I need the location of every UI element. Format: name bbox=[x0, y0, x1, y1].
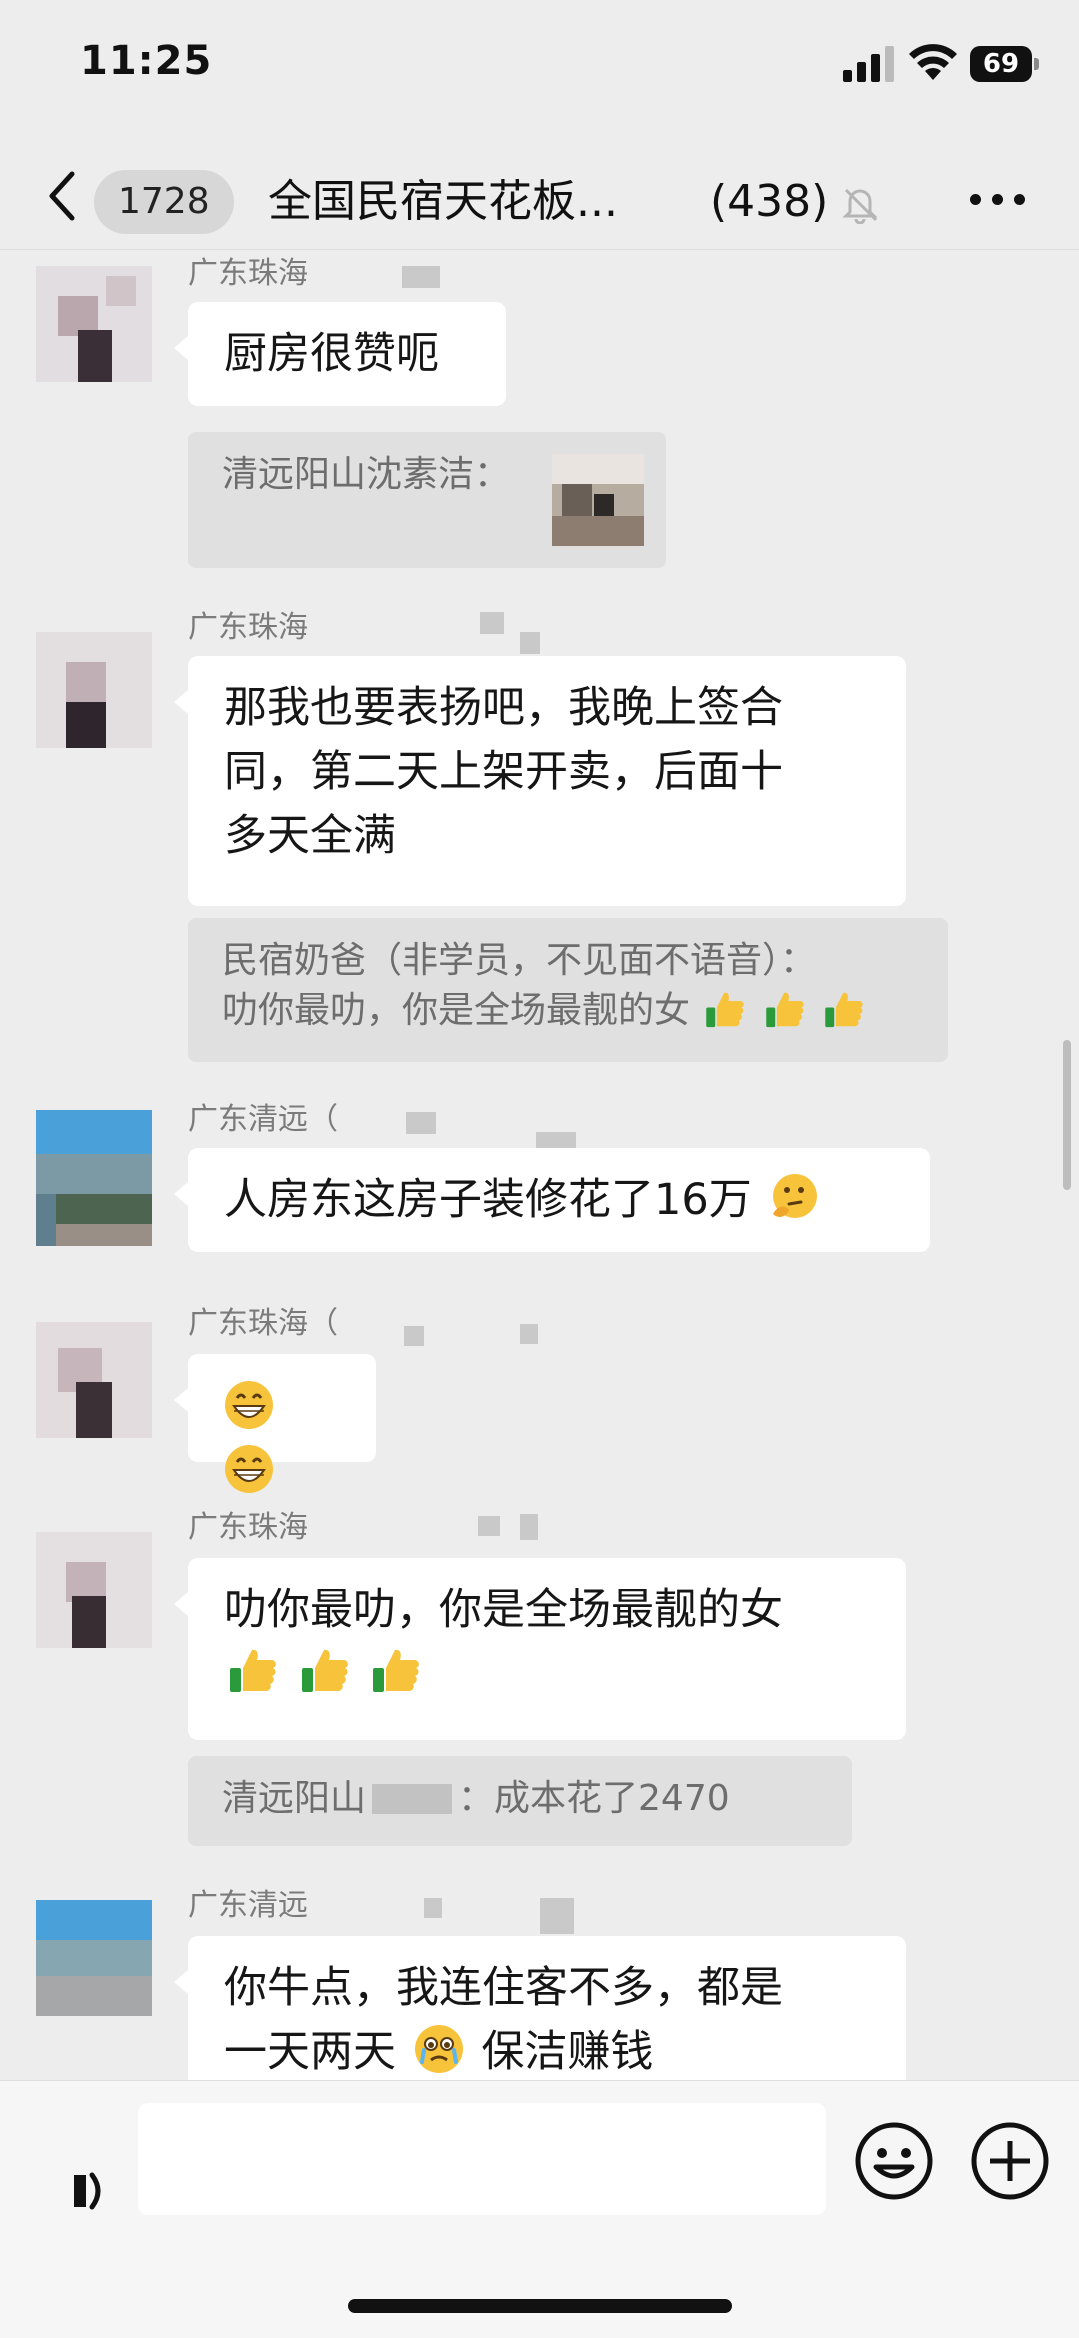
sender-name: 广东清远（ bbox=[188, 1102, 338, 1137]
message-text-line: 一天两天 保洁赚钱 bbox=[224, 2020, 870, 2084]
chat-screen: 11:25 69 1728 全国民宿天花板... (438) 广东珠海 厨房很赞… bbox=[0, 0, 1079, 2338]
message-bubble[interactable] bbox=[174, 1354, 376, 1493]
thumbs-up-icon bbox=[373, 1649, 420, 1692]
chevron-left-icon[interactable] bbox=[40, 168, 84, 224]
wifi-icon bbox=[909, 44, 957, 80]
message-text: 一天两天 bbox=[224, 2027, 396, 2077]
sender-name: 广东珠海 bbox=[188, 1510, 308, 1545]
signal-icon bbox=[843, 46, 895, 82]
member-count: (438) bbox=[710, 176, 829, 227]
quoted-image-thumbnail[interactable] bbox=[552, 454, 644, 546]
group-title[interactable]: 全国民宿天花板... bbox=[268, 170, 678, 234]
battery-icon: 69 bbox=[970, 46, 1040, 82]
message-text-line: 那我也要表扬吧，我晚上签合 bbox=[224, 683, 783, 733]
smiley-icon[interactable] bbox=[854, 2121, 934, 2201]
unread-count-badge[interactable]: 1728 bbox=[94, 170, 234, 234]
avatar[interactable] bbox=[36, 1322, 152, 1438]
thumbs-up-icon bbox=[825, 992, 864, 1028]
redacted-mark bbox=[424, 1898, 442, 1918]
bell-slash-icon bbox=[842, 188, 878, 224]
thinking-face-icon bbox=[773, 1174, 818, 1218]
avatar[interactable] bbox=[36, 266, 152, 382]
crying-face-icon bbox=[414, 2025, 463, 2073]
input-bar bbox=[0, 2080, 1079, 2338]
redacted-mark bbox=[520, 1324, 538, 1344]
avatar[interactable] bbox=[36, 1532, 152, 1648]
emoji-row bbox=[224, 1642, 870, 1706]
sender-name: 广东珠海 bbox=[188, 610, 308, 645]
redacted-mark bbox=[520, 1514, 538, 1540]
chat-header: 1728 全国民宿天花板... (438) bbox=[0, 140, 1079, 250]
message-bubble[interactable]: 那我也要表扬吧，我晚上签合 同，第二天上架开卖，后面十 多天全满 bbox=[174, 656, 906, 906]
redacted-mark bbox=[540, 1898, 574, 1934]
grin-icon bbox=[225, 1445, 273, 1493]
message-text-line: 你牛点，我连住客不多，都是 bbox=[224, 1963, 783, 2013]
redacted-mark bbox=[406, 1112, 436, 1134]
grin-icon bbox=[225, 1381, 273, 1429]
redacted-mark bbox=[480, 612, 504, 634]
quote-line: 民宿奶爸（非学员，不见面不语音）： bbox=[222, 940, 817, 981]
avatar[interactable] bbox=[36, 632, 152, 748]
sender-name: 广东珠海 bbox=[188, 256, 308, 291]
redacted-mark bbox=[520, 632, 540, 654]
thumbs-up-icon bbox=[230, 1649, 276, 1692]
quote-text: ：成本花了2470 bbox=[458, 1778, 730, 1819]
sender-name: 广东珠海（ bbox=[188, 1306, 338, 1341]
plus-circle-icon[interactable] bbox=[970, 2121, 1050, 2201]
avatar[interactable] bbox=[36, 1900, 152, 2016]
thumbs-up-icon bbox=[766, 992, 804, 1028]
message-text: 叻你最叻，你是全场最靓的女 bbox=[224, 1585, 783, 1635]
avatar[interactable] bbox=[36, 1110, 152, 1246]
message-bubble[interactable]: 叻你最叻，你是全场最靓的女 bbox=[174, 1558, 906, 1740]
redacted-mark bbox=[372, 1784, 453, 1814]
quoted-message[interactable]: 民宿奶爸（非学员，不见面不语音）： 叻你最叻，你是全场最靓的女 bbox=[188, 918, 948, 1062]
voice-icon[interactable] bbox=[62, 2163, 118, 2219]
quote-line: 叻你最叻，你是全场最靓的女 bbox=[222, 986, 914, 1036]
thumbs-up-icon bbox=[706, 992, 745, 1028]
home-indicator[interactable] bbox=[348, 2299, 732, 2313]
message-bubble[interactable]: 厨房很赞呃 bbox=[174, 302, 506, 406]
quote-author: 清远阳山沈素洁： bbox=[222, 454, 511, 495]
message-text: 人房东这房子装修花了16万 bbox=[224, 1175, 752, 1225]
redacted-mark bbox=[478, 1516, 500, 1536]
quote-author: 清远阳山 bbox=[222, 1778, 367, 1819]
quote-text: 叻你最叻，你是全场最靓的女 bbox=[222, 990, 691, 1031]
message-text: 保洁赚钱 bbox=[481, 2027, 654, 2077]
message-bubble[interactable]: 人房东这房子装修花了16万 bbox=[174, 1148, 930, 1252]
message-input[interactable] bbox=[138, 2103, 826, 2215]
message-bubble[interactable]: 你牛点，我连住客不多，都是 一天两天 保洁赚钱 bbox=[174, 1936, 906, 2096]
message-text: 厨房很赞呃 bbox=[224, 329, 439, 379]
scrollbar[interactable] bbox=[1063, 1040, 1071, 1190]
thumbs-up-icon bbox=[301, 1649, 348, 1692]
sender-name: 广东清远 bbox=[188, 1888, 308, 1923]
message-text-line: 同，第二天上架开卖，后面十 bbox=[224, 747, 783, 797]
status-bar: 11:25 69 bbox=[0, 0, 1079, 130]
redacted-mark bbox=[402, 266, 440, 288]
message-text-line: 多天全满 bbox=[224, 811, 396, 861]
quoted-message[interactable]: 清远阳山 ：成本花了2470 bbox=[188, 1756, 852, 1846]
more-icon[interactable] bbox=[970, 194, 1026, 206]
redacted-mark bbox=[404, 1326, 424, 1346]
status-time: 11:25 bbox=[80, 38, 213, 84]
battery-level: 69 bbox=[970, 46, 1032, 82]
